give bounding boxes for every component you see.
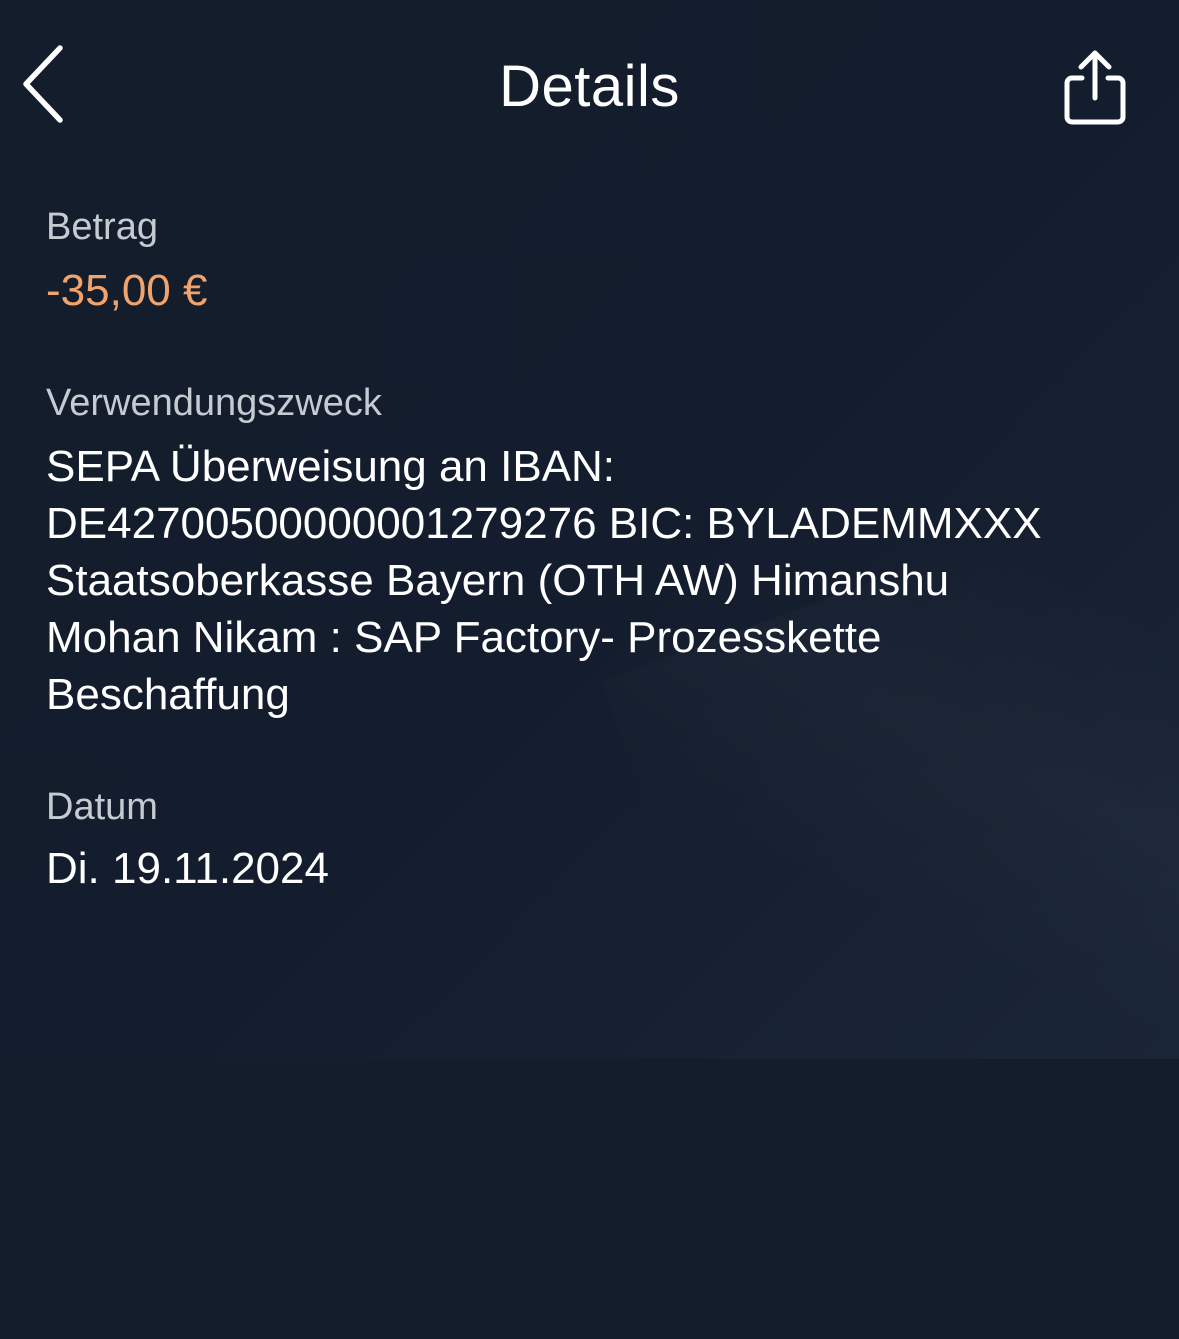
- date-label: Datum: [46, 786, 158, 828]
- purpose-line: SEPA Überweisung an IBAN:: [46, 442, 616, 491]
- purpose-label: Verwendungszweck: [46, 382, 382, 424]
- navigation-header: Details: [0, 0, 1179, 175]
- share-button[interactable]: [1056, 44, 1136, 130]
- purpose-value: SEPA Überweisung an IBAN: DE427005000000…: [46, 438, 1156, 723]
- amount-value: -35,00 €: [46, 266, 208, 315]
- purpose-line: Staatsoberkasse Bayern (OTH AW) Himanshu: [46, 556, 950, 605]
- share-icon: [1064, 50, 1126, 125]
- purpose-line: Mohan Nikam : SAP Factory- Prozesskette: [46, 613, 882, 662]
- amount-label: Betrag: [46, 206, 158, 248]
- page-title: Details: [499, 54, 680, 119]
- date-value: Di. 19.11.2024: [46, 844, 329, 893]
- purpose-line: Beschaffung: [46, 670, 290, 719]
- purpose-line: DE42700500000001279276 BIC: BYLADEMMXXX: [46, 499, 1042, 548]
